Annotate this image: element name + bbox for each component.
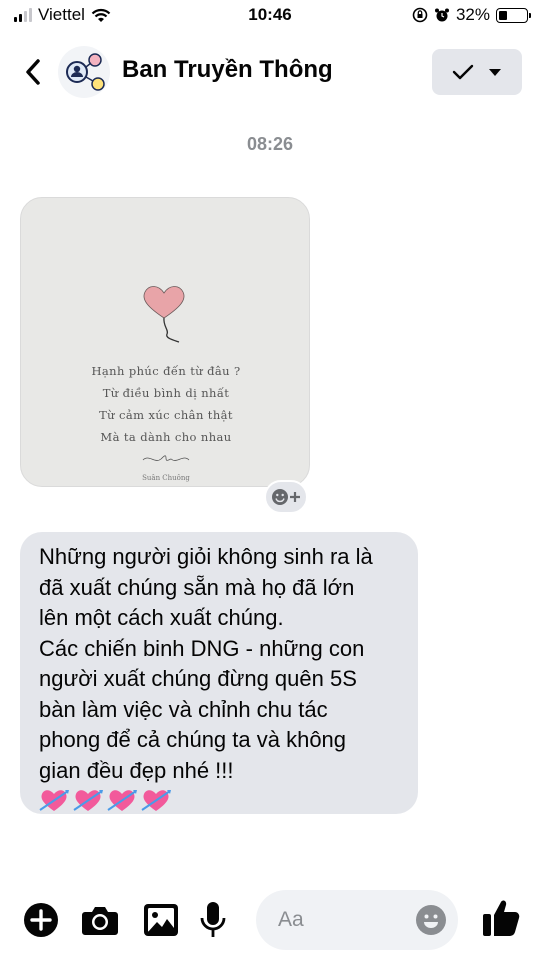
battery-fill xyxy=(499,10,507,20)
heart-arrow-icon xyxy=(39,788,69,819)
poem-line: Mà ta dành cho nhau xyxy=(100,430,232,444)
image-icon xyxy=(144,904,178,936)
photo-gallery-button[interactable] xyxy=(141,900,181,940)
ornament-flourish xyxy=(142,455,190,461)
add-button[interactable] xyxy=(21,900,61,940)
orientation-lock-icon xyxy=(412,7,428,23)
chat-title[interactable]: Ban Truyền Thông xyxy=(122,56,333,84)
status-right: 32% xyxy=(412,5,531,25)
like-button[interactable] xyxy=(479,896,523,940)
thumbs-up-icon xyxy=(483,900,520,936)
emoji-row xyxy=(39,788,404,819)
poem-line: Từ cảm xúc chân thật xyxy=(99,408,233,422)
microphone-icon xyxy=(200,902,226,937)
voice-button[interactable] xyxy=(193,900,233,940)
back-button[interactable] xyxy=(18,52,50,92)
message-input[interactable]: Aa xyxy=(256,890,458,950)
text-message-bubble[interactable]: Những người giỏi không sinh ra là đã xuấ… xyxy=(20,532,418,814)
image-message[interactable]: Hạnh phúc đến từ đâu ? Từ điều bình dị n… xyxy=(20,197,310,487)
group-avatar-icon xyxy=(66,53,105,91)
poem-signature: Suân Chuông xyxy=(142,474,190,482)
poem-text: Hạnh phúc đến từ đâu ? Từ điều bình dị n… xyxy=(21,360,309,448)
heart-arrow-icon xyxy=(141,788,171,819)
battery-icon xyxy=(496,7,531,23)
checkmark-icon xyxy=(452,64,474,80)
poem-line: Từ điều bình dị nhất xyxy=(102,386,230,400)
camera-icon xyxy=(82,907,118,935)
alarm-icon xyxy=(434,8,449,22)
message-timestamp: 08:26 xyxy=(246,134,294,154)
heart-arrow-icon xyxy=(107,788,137,819)
message-composer: Aa xyxy=(0,880,540,961)
chevron-left-icon xyxy=(26,59,40,85)
message-text: Những người giỏi không sinh ra là đã xuấ… xyxy=(39,544,373,783)
seen-dropdown-button[interactable] xyxy=(432,49,522,95)
heart-arrow-icon xyxy=(73,788,103,819)
emoji-button[interactable] xyxy=(416,905,446,935)
message-input-placeholder: Aa xyxy=(278,908,304,931)
plus-circle-icon xyxy=(24,903,58,937)
smiley-icon xyxy=(424,914,438,928)
status-bar: Viettel 10:46 32% xyxy=(0,0,540,32)
add-reaction-button[interactable] xyxy=(264,480,308,514)
heart-balloon-icon xyxy=(143,286,185,343)
group-avatar[interactable] xyxy=(58,46,110,98)
camera-button[interactable] xyxy=(80,900,120,940)
poem-line: Hạnh phúc đến từ đâu ? xyxy=(91,364,241,378)
smiley-plus-icon xyxy=(272,489,300,505)
caret-down-icon xyxy=(489,69,501,76)
chat-header: Ban Truyền Thông xyxy=(0,32,540,112)
battery-percent: 32% xyxy=(455,5,490,24)
